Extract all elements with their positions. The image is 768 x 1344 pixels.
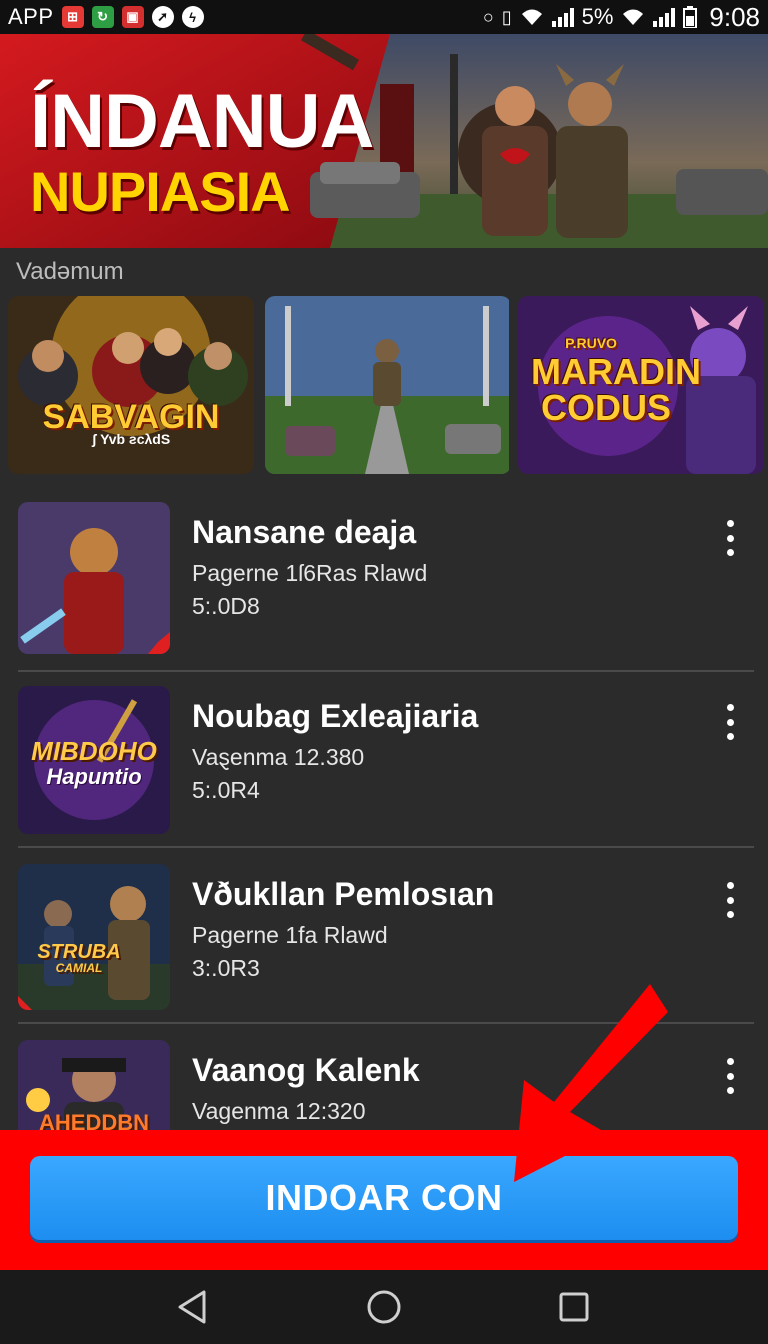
more-options-icon[interactable] bbox=[718, 702, 742, 742]
notification-compass-icon: ➚ bbox=[151, 6, 174, 28]
list-item-1-art bbox=[18, 502, 170, 654]
clock: 9:08 bbox=[709, 1, 760, 32]
list-item-size: 5:.0D8 bbox=[192, 593, 260, 619]
hero-title-line2: NUPIASIA bbox=[30, 160, 291, 223]
featured-carousel: SABVAGIN ʃ Yvb ƨcλdS P.RUVO MARADIN CODU… bbox=[8, 296, 764, 474]
list-item-title: Vaanog Kalenk bbox=[192, 1052, 420, 1088]
list-item-thumbnail-title: STRUBA bbox=[37, 941, 121, 963]
more-options-icon[interactable] bbox=[718, 880, 742, 920]
list-item-title: Noubag Exleajiaria bbox=[192, 698, 479, 734]
notification-app-icon: ⊞ bbox=[61, 6, 84, 28]
cell-signal-icon bbox=[551, 7, 574, 27]
featured-card-3[interactable]: P.RUVO MARADIN CODUS bbox=[518, 296, 764, 474]
list-item-size: 5:.0R4 bbox=[192, 777, 260, 803]
status-left: APP ⊞ ↻ ▣ ➚ ϟ bbox=[8, 4, 204, 30]
list-item-size: 3:.0R3 bbox=[192, 955, 260, 981]
list-divider bbox=[18, 670, 754, 672]
recent-apps-icon[interactable] bbox=[551, 1284, 597, 1330]
list-item-thumbnail-title: MIBDOHO bbox=[31, 736, 157, 766]
list-item[interactable]: Nansane deaja Pagerne 1ſ6Ras Rlawd 5:.0D… bbox=[0, 502, 768, 678]
list-item-thumbnail: STRUBA CAMIAL bbox=[18, 864, 170, 1010]
notification-game-icon: ▣ bbox=[121, 6, 144, 28]
list-item-thumbnail: MIBDOHO Hapuntio bbox=[18, 686, 170, 834]
list-item-subtitle: Vaȿenma 12.380 bbox=[192, 744, 365, 770]
hero-banner[interactable]: ÍNDANUA NUPIASIA bbox=[0, 34, 768, 248]
more-options-icon[interactable] bbox=[718, 518, 742, 558]
notification-refresh-icon: ↻ bbox=[91, 6, 114, 28]
featured-card-2-art bbox=[265, 296, 509, 474]
wifi-icon bbox=[521, 9, 542, 25]
list-item-thumbnail bbox=[18, 502, 170, 654]
sim-icon: ▯ bbox=[501, 6, 512, 27]
featured-card-1[interactable]: SABVAGIN ʃ Yvb ƨcλdS bbox=[8, 296, 254, 474]
more-options-icon[interactable] bbox=[718, 1056, 742, 1096]
featured-card-2[interactable] bbox=[265, 296, 511, 474]
featured-card-3-badge: P.RUVO bbox=[565, 335, 617, 351]
back-icon[interactable] bbox=[170, 1284, 216, 1330]
status-right: ○ ▯ 5% 9:08 bbox=[483, 2, 760, 33]
install-button[interactable]: INDOAR CON bbox=[30, 1156, 738, 1240]
wifi-icon-2 bbox=[623, 9, 644, 25]
status-bar: APP ⊞ ↻ ▣ ➚ ϟ ○ ▯ 5% 9:08 bbox=[0, 0, 768, 34]
hero-title-line1: ÍNDANUA bbox=[30, 79, 374, 164]
list-item-title: Nansane deaja bbox=[192, 514, 417, 550]
app-screen: ÍNDANUA NUPIASIA Vadəmum SABVAGIN ʃ Yvb … bbox=[0, 34, 768, 1270]
list-item-subtitle: Pagerne 1fa Rlawd bbox=[192, 922, 388, 948]
featured-card-3-title: MARADIN bbox=[531, 351, 701, 392]
status-app-label: APP bbox=[8, 4, 54, 29]
section-title: Vadəmum bbox=[16, 258, 124, 285]
list-divider bbox=[18, 846, 754, 848]
list-item-subtitle: Vagenma 12:320 bbox=[192, 1098, 366, 1124]
battery-icon bbox=[683, 6, 698, 28]
list-item-thumbnail-subtitle: Hapuntio bbox=[46, 764, 142, 789]
list-item[interactable]: MIBDOHO Hapuntio Noubag Exleajiaria Vaȿe… bbox=[0, 686, 768, 862]
battery-percent: 5% bbox=[581, 4, 614, 29]
alarm-icon: ○ bbox=[482, 6, 494, 27]
signal-icon-2 bbox=[653, 7, 676, 27]
list-item[interactable]: STRUBA CAMIAL Vðukllan Pemlosιan Pagerne… bbox=[0, 864, 768, 1040]
featured-card-1-title: SABVAGIN bbox=[42, 398, 220, 436]
featured-card-3-subtitle: CODUS bbox=[540, 387, 671, 428]
list-item-subtitle: Pagerne 1ſ6Ras Rlawd bbox=[192, 560, 428, 586]
list-item-3-art bbox=[18, 864, 170, 1010]
list-item-title: Vðukllan Pemlosιan bbox=[192, 876, 495, 912]
list-item-thumbnail-subtitle: CAMIAL bbox=[55, 961, 103, 975]
home-icon[interactable] bbox=[361, 1284, 407, 1330]
notification-bolt-icon: ϟ bbox=[181, 6, 204, 28]
install-bar: INDOAR CON bbox=[0, 1130, 768, 1270]
system-nav-bar bbox=[0, 1270, 768, 1344]
featured-card-1-subtitle: ʃ Yvb ƨcλdS bbox=[91, 431, 171, 447]
featured-card-1-art bbox=[8, 296, 254, 474]
list-divider bbox=[18, 1022, 754, 1024]
